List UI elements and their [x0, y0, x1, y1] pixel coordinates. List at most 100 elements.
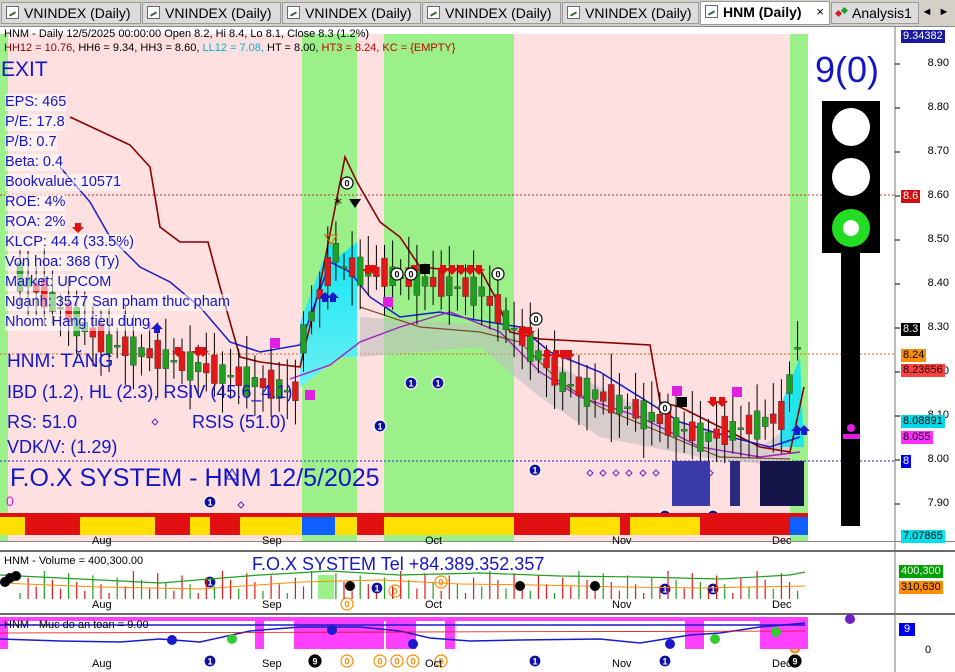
- candle-body: [146, 348, 153, 359]
- signal-number: 1: [532, 657, 537, 667]
- fundamental-item: Nganh: 3577 San pham thuc pham: [5, 294, 230, 311]
- safety-level-box: 9: [899, 623, 916, 636]
- candle-body: [737, 427, 745, 430]
- signal-number: 1: [207, 657, 212, 667]
- trend-segment: [384, 517, 514, 535]
- candle-body: [194, 362, 202, 373]
- magenta-square-icon: [383, 297, 393, 307]
- price-box: 8.08891: [901, 415, 945, 428]
- candle-body: [292, 381, 299, 401]
- trend-segment: [190, 517, 210, 535]
- safety-dot-icon: [845, 614, 855, 624]
- candle-body: [454, 286, 461, 289]
- indicator-value: KC = {EMPTY}: [382, 42, 456, 54]
- safety-dot-icon: [665, 639, 675, 649]
- tab-hnm[interactable]: HNM (Daily) ×: [700, 1, 830, 25]
- candle-body: [527, 333, 534, 362]
- fundamental-item: Market: UPCOM: [5, 274, 112, 291]
- candle-body: [502, 310, 510, 330]
- tab-vnindex-2[interactable]: VNINDEX (Daily): [142, 2, 281, 24]
- candle-body: [648, 411, 655, 422]
- price-box: 9.34382: [901, 30, 945, 43]
- candle-body: [429, 276, 437, 287]
- tab-label: Analysis1: [852, 5, 912, 21]
- traffic-light: [822, 101, 880, 526]
- tab-analysis1[interactable]: Analysis1: [831, 2, 919, 24]
- price-chart[interactable]: 1111111000000*11110001111000009988: [0, 27, 955, 672]
- candle-body: [478, 286, 485, 297]
- tab-vnindex-4[interactable]: VNINDEX (Daily): [422, 2, 561, 24]
- fundamental-item: P/B: 0.7: [5, 134, 57, 151]
- candle-body: [211, 354, 218, 384]
- fundamental-item: Beta: 0.4: [5, 154, 64, 171]
- month-label: Aug: [92, 599, 112, 611]
- safety-dot-icon: [327, 625, 337, 635]
- month-label: Dec: [772, 599, 792, 611]
- candle-body: [332, 243, 340, 263]
- candle-body: [624, 406, 631, 409]
- volume-dot-icon: [11, 571, 21, 581]
- safety-green-dot-icon: [710, 634, 720, 644]
- candle-body: [486, 295, 493, 306]
- traffic-red-light: [832, 108, 870, 146]
- trend-color-bar: [0, 513, 808, 535]
- watermark: F.O.X SYSTEM - HNM 12/5/2025: [10, 464, 380, 492]
- trend-segment: [155, 517, 190, 535]
- price-tick: 8.00: [927, 453, 949, 465]
- rsis-value: RSIS (51.0): [192, 412, 287, 432]
- trend-segment: [0, 513, 808, 517]
- chart-icon: [6, 6, 19, 19]
- close-icon[interactable]: ×: [816, 2, 824, 22]
- signal-number: 0: [344, 657, 349, 667]
- price-tick: 8.90: [927, 57, 949, 69]
- trend-segment: [335, 517, 357, 535]
- trend-segment: [700, 517, 790, 535]
- candle-body: [713, 428, 720, 439]
- candle-body: [308, 311, 315, 322]
- indicator-value: HT3 = 8.24,: [321, 42, 383, 54]
- candle-body: [348, 257, 356, 277]
- trend-segment: [240, 517, 302, 535]
- rs-value: RS: 51.0: [7, 412, 78, 432]
- tab-vnindex-3[interactable]: VNINDEX (Daily): [282, 2, 421, 24]
- candle-body: [421, 276, 429, 287]
- tab-vnindex-5[interactable]: VNINDEX (Daily): [562, 2, 699, 24]
- price-box: 8.3: [901, 323, 921, 336]
- scroll-left-icon[interactable]: ◄: [920, 4, 934, 20]
- candle-body: [510, 327, 518, 331]
- fundamental-item: P/E: 17.8: [5, 114, 65, 131]
- safety-dot-icon: [408, 639, 418, 649]
- fundamental-item: KLCP: 44.4 (33.5%): [5, 234, 134, 251]
- zero-label: 0: [6, 493, 14, 509]
- volume-average: 310,630: [899, 581, 943, 594]
- month-label: Aug: [92, 535, 112, 547]
- month-label: Dec: [772, 535, 792, 547]
- signal-number: 1: [408, 379, 413, 389]
- scroll-right-icon[interactable]: ►: [937, 4, 951, 20]
- month-label: Nov: [612, 658, 632, 670]
- candle-body: [559, 372, 566, 392]
- volume-dot-icon: [345, 581, 355, 591]
- safety-zero-tick: 0: [925, 644, 932, 656]
- month-label: Dec: [772, 658, 792, 670]
- candle-body: [681, 428, 688, 432]
- candle-body: [721, 415, 728, 445]
- tab-label: VNINDEX (Daily): [24, 5, 131, 21]
- candle-body: [186, 351, 194, 381]
- tab-label: VNINDEX (Daily): [445, 5, 552, 21]
- trend-segment: [25, 517, 80, 535]
- black-square-icon: [420, 264, 430, 274]
- trend-segment: [0, 517, 25, 535]
- candle-body: [575, 376, 583, 397]
- magenta-square-icon: [305, 390, 315, 400]
- signal-number: 0: [392, 587, 397, 597]
- tab-vnindex-1[interactable]: VNINDEX (Daily): [1, 2, 141, 24]
- signal-number: 0: [377, 657, 382, 667]
- candle-body: [122, 336, 129, 356]
- candle-body: [608, 384, 615, 414]
- candle-body: [340, 266, 348, 269]
- price-tick: 8.50: [927, 233, 949, 245]
- chart-icon: [567, 6, 580, 19]
- candle-body: [697, 422, 704, 452]
- candle-body: [324, 257, 331, 286]
